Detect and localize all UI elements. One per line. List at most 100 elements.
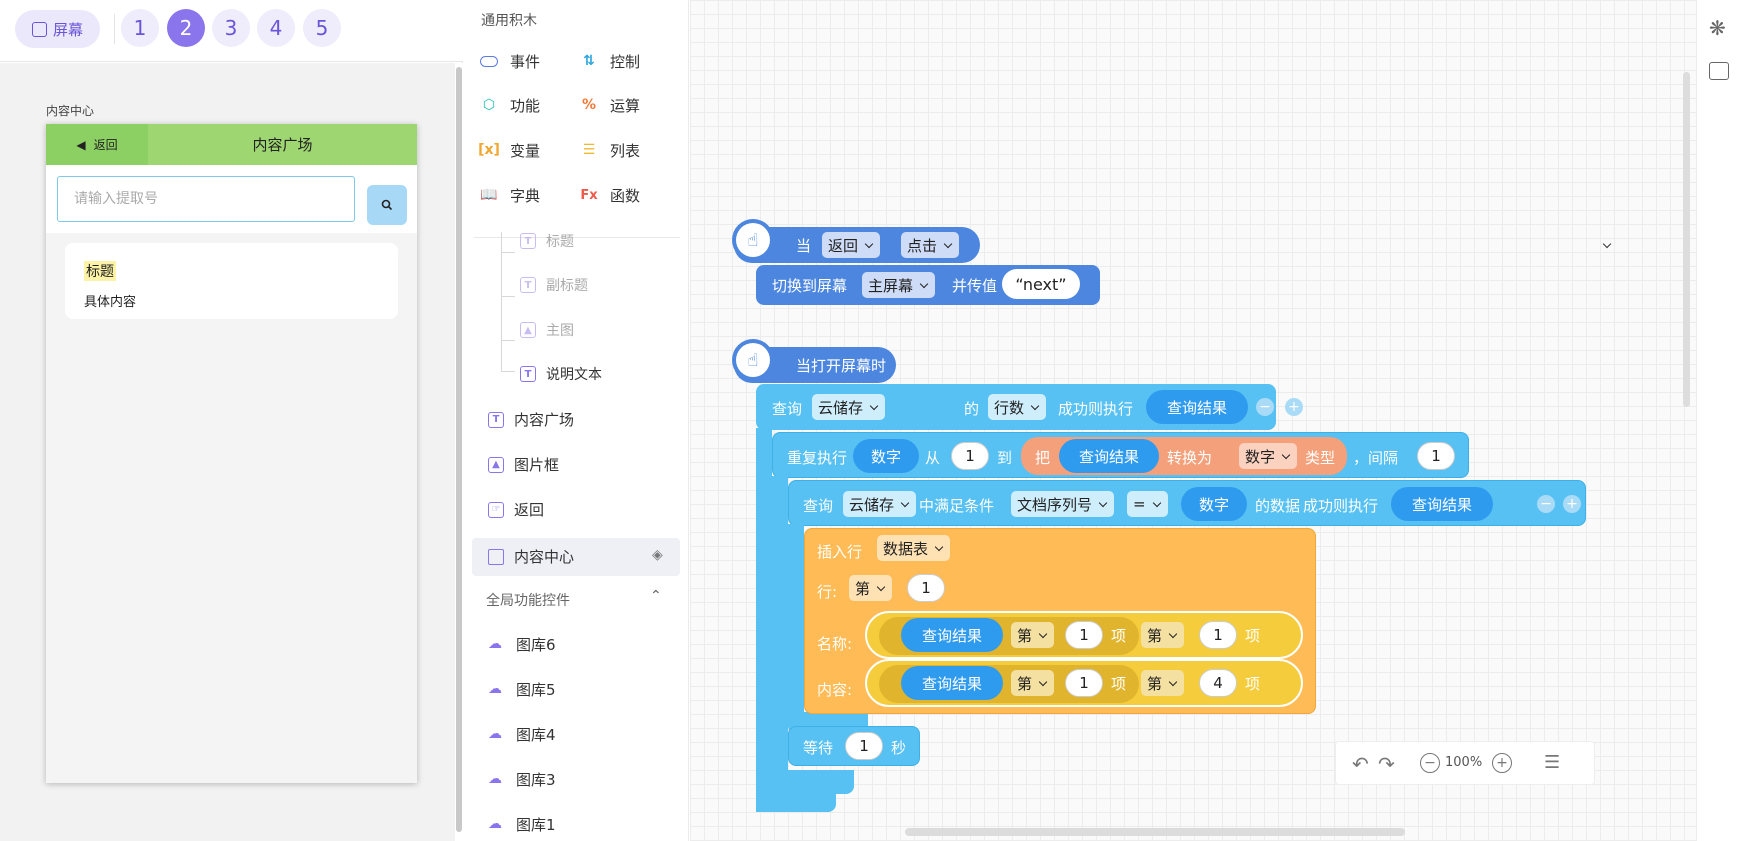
page-tab-5[interactable]: 5 bbox=[303, 9, 341, 47]
block-text: ，间隔 bbox=[1353, 449, 1399, 467]
storage-dropdown[interactable]: 云储存 bbox=[812, 394, 886, 420]
chevron-up-icon[interactable]: ⌃ bbox=[650, 588, 662, 604]
align-blocks-icon[interactable]: ☰ bbox=[1544, 752, 1560, 773]
index-field[interactable]: 1 bbox=[1199, 621, 1237, 649]
wait-seconds-field[interactable]: 1 bbox=[845, 732, 883, 760]
block-canvas[interactable]: 当 返回 被 ☝ 点击 切换到屏幕 主屏幕 并传值 “next” 当打开屏幕时 … bbox=[690, 0, 1696, 841]
loop-start-field[interactable]: 1 bbox=[951, 442, 989, 470]
loop-var[interactable]: 数字 bbox=[1181, 487, 1247, 521]
gallery-label: 图库5 bbox=[516, 681, 556, 699]
query-result-var[interactable]: 查询结果 bbox=[1146, 390, 1248, 424]
zoom-in-icon[interactable]: + bbox=[1492, 753, 1512, 773]
screen-button[interactable]: 屏幕 bbox=[15, 10, 100, 48]
type-dropdown[interactable]: 数字 bbox=[1239, 443, 1298, 469]
minus-icon[interactable]: − bbox=[1537, 495, 1555, 513]
event-dropdown[interactable]: 点击 bbox=[901, 232, 960, 258]
gallery-icon: ☁ bbox=[488, 635, 502, 652]
index-field[interactable]: 1 bbox=[1065, 669, 1103, 697]
tree-item-main-image[interactable]: ▲ 主图 bbox=[520, 320, 574, 340]
query-result-var[interactable]: 查询结果 bbox=[901, 618, 1003, 652]
tree-item-description[interactable]: T 说明文本 bbox=[520, 364, 602, 384]
tree-item-title[interactable]: T 标题 bbox=[520, 230, 574, 252]
plus-icon[interactable]: + bbox=[1285, 398, 1303, 416]
tree-item-content-square[interactable]: T 内容广场 bbox=[488, 409, 574, 430]
redo-icon[interactable]: ↷ bbox=[1378, 752, 1395, 776]
pickup-code-input[interactable] bbox=[57, 176, 355, 222]
category-label: 控制 bbox=[610, 52, 641, 71]
target-dropdown[interactable]: 返回 bbox=[822, 232, 881, 258]
block-text: 项 bbox=[1245, 675, 1261, 693]
category-event[interactable]: 事件 bbox=[478, 44, 578, 78]
query-result-var[interactable]: 查询结果 bbox=[1391, 487, 1493, 521]
page-tab-3[interactable]: 3 bbox=[212, 9, 250, 47]
query-result-var[interactable]: 查询结果 bbox=[1059, 439, 1159, 473]
gallery-item-3[interactable]: ☁ 图库3 bbox=[488, 769, 556, 790]
insert-row-block[interactable]: 插入行 数据表 行: 第 1 名称: 查询结果 第 1 项 第 1 项 内容: … bbox=[804, 528, 1316, 714]
category-dictionary[interactable]: 📖 字典 bbox=[478, 178, 578, 212]
tree-item-back[interactable]: ☞ 返回 bbox=[488, 499, 544, 520]
category-control[interactable]: ⇅ 控制 bbox=[578, 44, 678, 78]
block-text: 转换为 bbox=[1167, 449, 1213, 467]
layers-icon[interactable]: ◈ bbox=[652, 547, 663, 563]
page-tab-1[interactable]: 1 bbox=[121, 9, 159, 47]
preview-scrollbar[interactable] bbox=[455, 63, 463, 841]
tree-label: 副标题 bbox=[546, 278, 588, 294]
canvas-horizontal-scrollbar[interactable] bbox=[905, 828, 1405, 836]
tree-item-subtitle[interactable]: T 副标题 bbox=[520, 275, 588, 295]
block-text: 成功则执行 bbox=[1058, 400, 1134, 418]
function-icon: ⬡ bbox=[482, 97, 496, 113]
page-tab-2[interactable]: 2 bbox=[167, 9, 205, 47]
condition-field-dropdown[interactable]: 文档序列号 bbox=[1011, 491, 1115, 517]
row-position-dropdown[interactable]: 第 bbox=[849, 575, 893, 601]
gallery-icon: ☁ bbox=[488, 815, 502, 832]
block-text: 切换到屏幕 bbox=[772, 277, 848, 295]
nth-dropdown[interactable]: 第 bbox=[1011, 622, 1055, 648]
nth-dropdown[interactable]: 第 bbox=[1141, 622, 1185, 648]
field-dropdown[interactable]: 行数 bbox=[988, 394, 1047, 420]
query-rows-block[interactable]: 查询 云储存 的 行数 成功则执行 查询结果 − bbox=[756, 384, 1276, 430]
gallery-item-6[interactable]: ☁ 图库6 bbox=[488, 634, 556, 655]
table-dropdown[interactable]: 数据表 bbox=[877, 535, 951, 561]
pass-value-field[interactable]: “next” bbox=[1002, 269, 1080, 299]
debug-bug-icon[interactable]: ❋ bbox=[1709, 16, 1726, 40]
storage-dropdown[interactable]: 云储存 bbox=[843, 491, 917, 517]
gallery-item-1[interactable]: ☁ 图库1 bbox=[488, 814, 556, 835]
screen-dropdown[interactable]: 主屏幕 bbox=[862, 272, 936, 298]
block-text: 中满足条件 bbox=[919, 497, 995, 515]
query-where-block[interactable]: 查询 云储存 中满足条件 文档序列号 = 数字 的数据 成功则执行 查询结果 −… bbox=[788, 480, 1586, 526]
back-button[interactable]: ◀ 返回 bbox=[46, 124, 148, 165]
index-field[interactable]: 1 bbox=[1065, 621, 1103, 649]
nth-dropdown[interactable]: 第 bbox=[1141, 670, 1185, 696]
loop-step-field[interactable]: 1 bbox=[1417, 442, 1455, 470]
tree-item-content-center[interactable]: 内容中心 ◈ bbox=[472, 538, 680, 576]
nth-dropdown[interactable]: 第 bbox=[1011, 670, 1055, 696]
canvas-vertical-scrollbar[interactable] bbox=[1683, 72, 1690, 407]
category-variable[interactable]: [x] 变量 bbox=[478, 133, 578, 167]
content-card[interactable]: 标题 具体内容 bbox=[65, 243, 398, 319]
query-result-var[interactable]: 查询结果 bbox=[901, 666, 1003, 700]
minus-icon[interactable]: − bbox=[1256, 398, 1274, 416]
block-text: 行: bbox=[817, 583, 838, 601]
switch-screen-block[interactable]: 切换到屏幕 主屏幕 并传值 “next” bbox=[756, 265, 1100, 305]
row-index-field[interactable]: 1 bbox=[907, 574, 945, 602]
tree-item-image-frame[interactable]: ▲ 图片框 bbox=[488, 454, 559, 475]
loop-var[interactable]: 数字 bbox=[853, 439, 919, 473]
zoom-out-icon[interactable]: − bbox=[1420, 753, 1440, 773]
category-operator[interactable]: % 运算 bbox=[578, 88, 678, 122]
operator-dropdown[interactable]: = bbox=[1127, 491, 1168, 517]
search-button[interactable] bbox=[367, 185, 407, 225]
text-icon: T bbox=[520, 277, 536, 293]
category-list[interactable]: ☰ 列表 bbox=[578, 133, 678, 167]
gallery-item-5[interactable]: ☁ 图库5 bbox=[488, 679, 556, 700]
undo-icon[interactable]: ↶ bbox=[1352, 752, 1369, 776]
store-icon[interactable] bbox=[1709, 62, 1729, 80]
wait-block[interactable]: 等待 1 秒 bbox=[788, 726, 920, 766]
repeat-loop-block[interactable]: 重复执行 数字 从 1 到 把 查询结果 转换为 数字 类型 ，间隔 1 bbox=[772, 432, 1469, 478]
index-field[interactable]: 4 bbox=[1199, 669, 1237, 697]
page-tab-4[interactable]: 4 bbox=[257, 9, 295, 47]
category-function-def[interactable]: Fx 函数 bbox=[578, 178, 678, 212]
tree-label: 说明文本 bbox=[546, 367, 602, 383]
category-function[interactable]: ⬡ 功能 bbox=[478, 88, 578, 122]
plus-icon[interactable]: + bbox=[1563, 495, 1581, 513]
gallery-item-4[interactable]: ☁ 图库4 bbox=[488, 724, 556, 745]
